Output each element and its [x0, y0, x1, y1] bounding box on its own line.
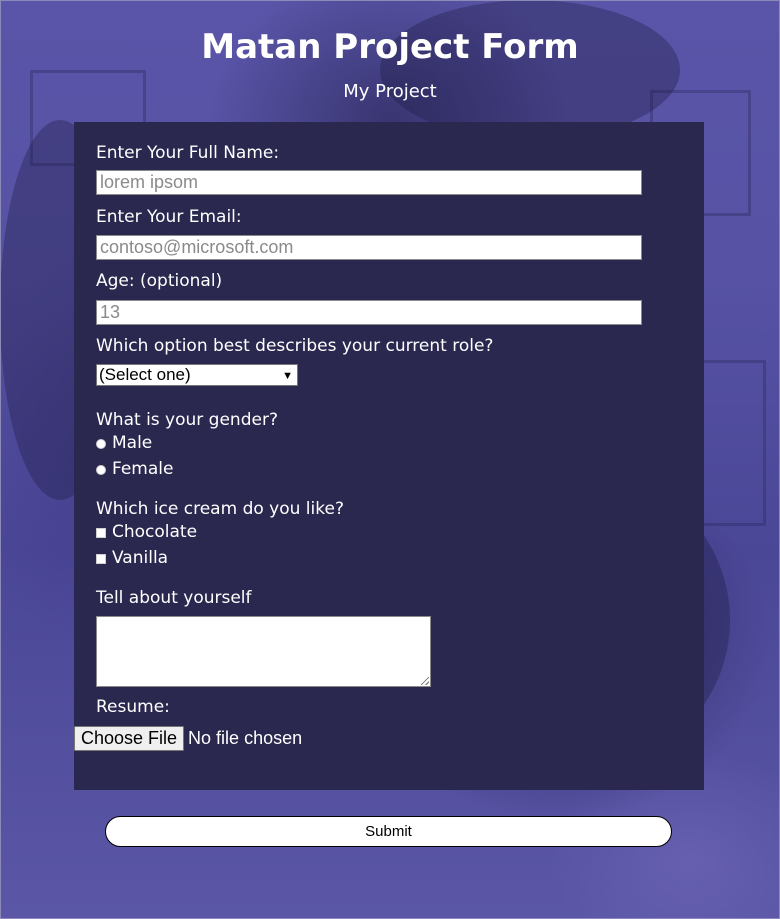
project-form: Enter Your Full Name: Enter Your Email: …: [74, 122, 704, 790]
age-label: Age: (optional): [96, 271, 223, 291]
role-select-value: (Select one): [99, 365, 191, 384]
ice-cream-option-vanilla[interactable]: Vanilla: [96, 547, 168, 569]
about-textarea[interactable]: [96, 616, 431, 687]
gender-label: What is your gender?: [96, 410, 278, 430]
background-shape: [380, 0, 680, 140]
gender-option-female[interactable]: Female: [96, 458, 173, 480]
email-input[interactable]: [96, 235, 642, 260]
ice-cream-option-label: Vanilla: [112, 548, 169, 568]
gender-option-male[interactable]: Male: [96, 432, 152, 454]
radio-button[interactable]: [96, 438, 106, 449]
ice-cream-label: Which ice cream do you like?: [96, 499, 344, 519]
submit-button[interactable]: Submit: [105, 816, 672, 847]
age-input[interactable]: [96, 300, 642, 325]
page-title: Matan Project Form: [201, 27, 579, 67]
resume-label: Resume:: [96, 697, 170, 717]
gender-option-label: Male: [112, 433, 153, 453]
ice-cream-option-label: Chocolate: [112, 522, 198, 542]
choose-file-button[interactable]: Choose File: [74, 726, 185, 751]
radio-button[interactable]: [96, 464, 106, 475]
ice-cream-option-chocolate[interactable]: Chocolate: [96, 521, 197, 543]
file-status-text: No file chosen: [188, 728, 303, 748]
about-label: Tell about yourself: [96, 588, 252, 608]
page-subtitle: My Project: [343, 81, 437, 102]
full-name-label: Enter Your Full Name:: [96, 143, 280, 163]
role-label: Which option best describes your current…: [96, 336, 494, 356]
full-name-input[interactable]: [96, 170, 642, 195]
role-select[interactable]: (Select one) ▼: [96, 364, 298, 386]
checkbox[interactable]: [96, 553, 106, 564]
gender-option-label: Female: [112, 459, 174, 479]
resize-grip-icon[interactable]: [421, 677, 429, 685]
resume-file-input: Choose File No file chosen: [74, 726, 302, 751]
chevron-down-icon: ▼: [282, 370, 293, 382]
email-label: Enter Your Email:: [96, 207, 242, 227]
checkbox[interactable]: [96, 527, 106, 538]
